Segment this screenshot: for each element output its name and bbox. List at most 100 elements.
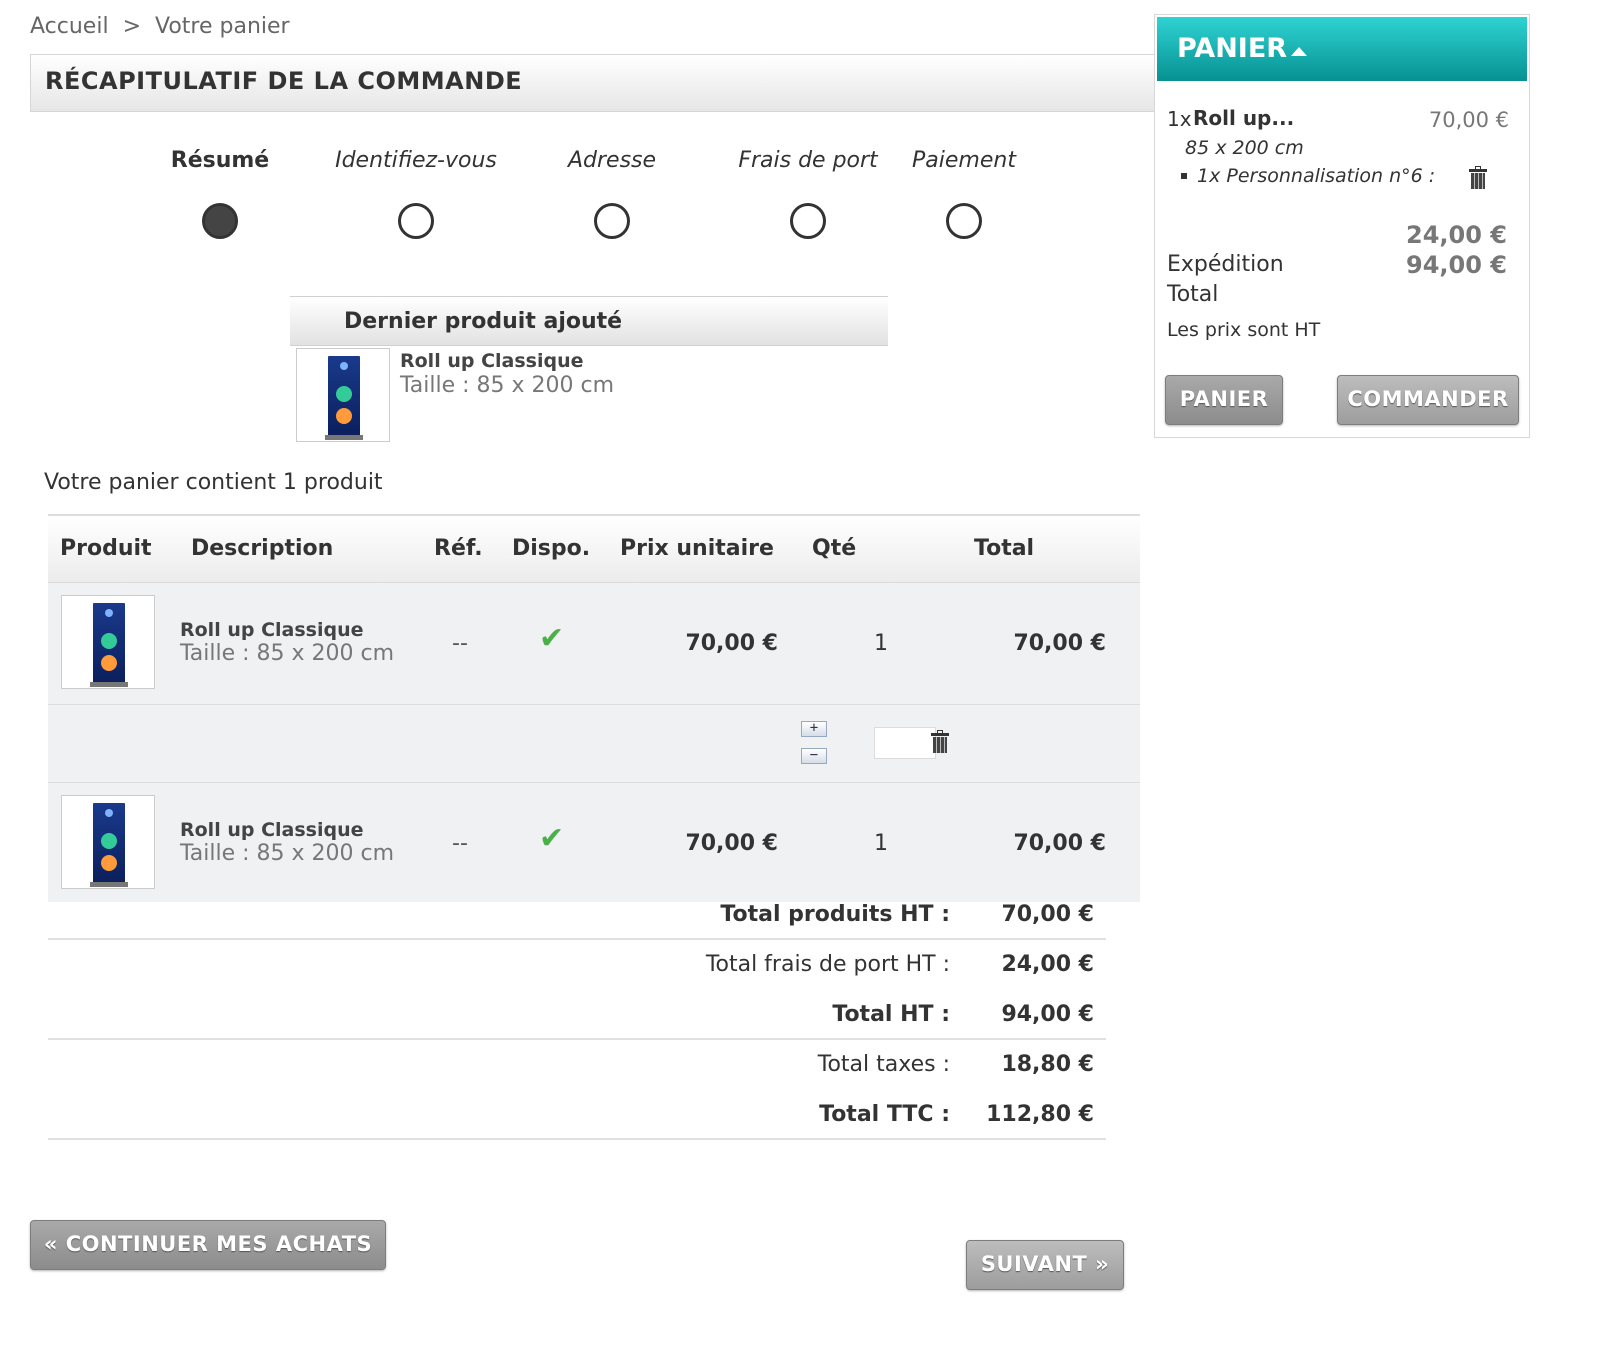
available-check-icon: ✔ (539, 821, 565, 856)
total-products-ht-label: Total produits HT : (720, 902, 950, 927)
product-attribute: Taille : 85 x 200 cm (180, 641, 395, 666)
page-title: RÉCAPITULATIF DE LA COMMANDE (45, 67, 523, 95)
side-item-customization-text: 1x Personnalisation n°6 : (1197, 165, 1436, 187)
last-added-name[interactable]: Roll up Classique (400, 350, 584, 372)
available-check-icon: ✔ (539, 621, 565, 656)
total-products-ht-value: 70,00 € (1001, 902, 1094, 927)
side-item-name-link[interactable]: Roll up... (1193, 106, 1294, 130)
total-ht-row: Total HT : 94,00 € (48, 990, 1106, 1040)
side-cart-block: PANIER 1x Roll up... 70,00 € 85 x 200 cm… (1154, 14, 1530, 438)
side-order-button[interactable]: COMMANDER (1337, 375, 1519, 425)
product-name-link[interactable]: Roll up Classique (180, 619, 364, 641)
last-added-thumbnail[interactable] (296, 348, 390, 442)
next-label: SUIVANT » (980, 1252, 1110, 1276)
last-added-header: Dernier produit ajouté (290, 296, 888, 346)
step-label: Paiement (912, 148, 1016, 173)
rollup-product-image (325, 356, 363, 440)
total-shipping-ht-row: Total frais de port HT : 24,00 € (48, 940, 1106, 990)
bullet-icon (1181, 173, 1187, 179)
last-added-title: Dernier produit ajouté (344, 309, 623, 334)
step-dot-icon (594, 203, 630, 239)
side-item-attribute: 85 x 200 cm (1185, 137, 1304, 159)
total-ttc-row: Total TTC : 112,80 € (48, 1090, 1106, 1140)
row-total: 70,00 € (1013, 631, 1106, 656)
side-cart-button[interactable]: PANIER (1165, 375, 1283, 425)
side-item-qty: 1x (1167, 107, 1192, 131)
total-ht-value: 94,00 € (1001, 1002, 1094, 1027)
total-taxes-label: Total taxes : (817, 1052, 950, 1077)
side-cart-button-label: PANIER (1179, 387, 1269, 411)
side-total-label: Total (1167, 282, 1219, 307)
product-ref: -- (452, 631, 468, 656)
unit-price: 70,00 € (685, 631, 778, 656)
last-added-attribute: Taille : 85 x 200 cm (400, 373, 615, 398)
total-ttc-label: Total TTC : (819, 1102, 950, 1127)
table-header: Produit Description Réf. Dispo. Prix uni… (48, 514, 1140, 582)
side-delete-trash-icon[interactable] (1469, 166, 1487, 190)
product-attribute: Taille : 85 x 200 cm (180, 841, 395, 866)
quantity: 1 (874, 631, 888, 656)
quantity: 1 (874, 831, 888, 856)
quantity-controls-row: + − (48, 704, 1140, 782)
breadcrumb: Accueil > Votre panier (30, 14, 290, 39)
header-ref: Réf. (434, 536, 483, 561)
caret-up-icon[interactable] (1291, 47, 1307, 56)
quantity-input[interactable] (874, 727, 936, 759)
cart-summary: Votre panier contient 1 produit (44, 470, 383, 495)
step-dot-active-icon (202, 203, 238, 239)
step-address: Adresse (512, 148, 712, 239)
step-dot-icon (398, 203, 434, 239)
delete-trash-icon[interactable] (931, 730, 949, 754)
breadcrumb-home-link[interactable]: Accueil (30, 14, 109, 39)
product-ref: -- (452, 831, 468, 856)
cart-totals: Total produits HT : 70,00 € Total frais … (48, 890, 1106, 1140)
step-payment: Paiement (864, 148, 1064, 239)
next-button[interactable]: SUIVANT » (966, 1240, 1124, 1290)
side-cart-header[interactable]: PANIER (1157, 17, 1527, 81)
unit-price: 70,00 € (685, 831, 778, 856)
side-cart-title: PANIER (1177, 33, 1288, 64)
step-dot-icon (946, 203, 982, 239)
total-products-ht-row: Total produits HT : 70,00 € (48, 890, 1106, 940)
side-order-button-label: COMMANDER (1347, 387, 1509, 411)
rollup-product-image (90, 603, 128, 687)
header-qty: Qté (812, 536, 857, 561)
page-title-bar: RÉCAPITULATIF DE LA COMMANDE (30, 54, 1156, 112)
header-availability: Dispo. (512, 536, 591, 561)
side-item-price: 70,00 € (1428, 108, 1509, 132)
product-name-link[interactable]: Roll up Classique (180, 819, 364, 841)
total-taxes-row: Total taxes : 18,80 € (48, 1040, 1106, 1090)
header-product: Produit (60, 536, 152, 561)
qty-decrease-button[interactable]: − (801, 748, 827, 764)
product-thumbnail[interactable] (61, 595, 155, 689)
header-description: Description (191, 536, 334, 561)
step-summary: Résumé (120, 148, 320, 239)
side-price-note: Les prix sont HT (1167, 319, 1321, 341)
total-taxes-value: 18,80 € (1001, 1052, 1094, 1077)
step-label: Adresse (567, 148, 657, 173)
side-shipping-value: 24,00 € (1406, 221, 1507, 249)
breadcrumb-separator: > (122, 14, 141, 39)
table-row: Roll up Classique Taille : 85 x 200 cm -… (48, 782, 1140, 902)
step-label: Identifiez-vous (335, 148, 497, 173)
continue-shopping-button[interactable]: « CONTINUER MES ACHATS (30, 1220, 386, 1270)
header-unit-price: Prix unitaire (620, 536, 774, 561)
step-dot-icon (790, 203, 826, 239)
continue-shopping-label: « CONTINUER MES ACHATS (43, 1232, 373, 1256)
qty-increase-button[interactable]: + (801, 721, 827, 737)
total-shipping-ht-value: 24,00 € (1001, 952, 1094, 977)
rollup-product-image (90, 803, 128, 887)
side-total-value: 94,00 € (1406, 251, 1507, 279)
total-ttc-value: 112,80 € (986, 1102, 1094, 1127)
side-item-customization: 1x Personnalisation n°6 : (1181, 165, 1435, 187)
table-row: Roll up Classique Taille : 85 x 200 cm -… (48, 582, 1140, 704)
breadcrumb-current: Votre panier (155, 14, 290, 39)
step-identify: Identifiez-vous (316, 148, 516, 239)
total-ht-label: Total HT : (832, 1002, 950, 1027)
header-total: Total (974, 536, 1035, 561)
total-shipping-ht-label: Total frais de port HT : (705, 952, 950, 977)
cart-table: Produit Description Réf. Dispo. Prix uni… (48, 514, 1140, 902)
row-total: 70,00 € (1013, 831, 1106, 856)
product-thumbnail[interactable] (61, 795, 155, 889)
side-shipping-label: Expédition (1167, 252, 1284, 277)
